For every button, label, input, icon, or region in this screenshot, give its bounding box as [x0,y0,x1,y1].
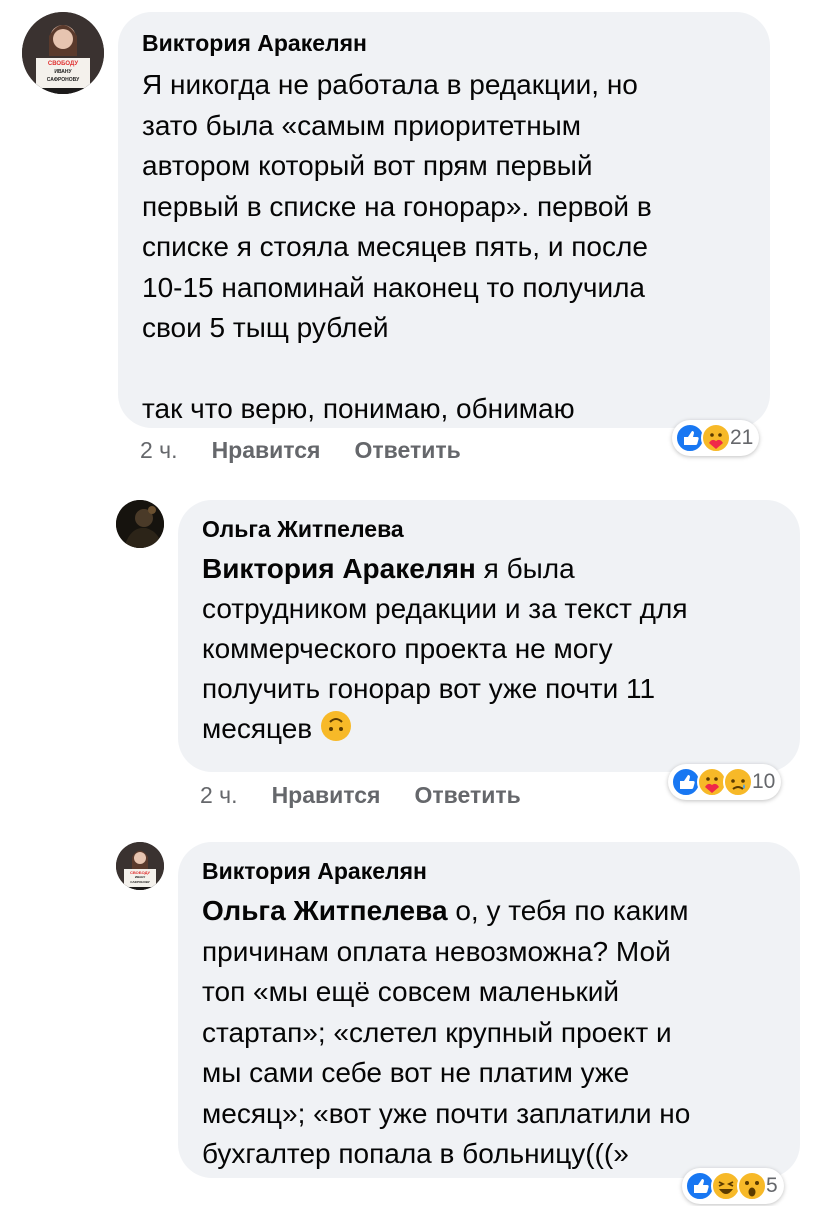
reaction-count: 21 [730,426,754,449]
sign-line-3: САФРОНОВУ [130,880,150,884]
reactions-summary[interactable]: 10 [668,764,782,800]
reply-button[interactable]: Ответить [354,437,460,463]
protest-sign: СВОБОДУ ИВАНУ САФРОНОВУ [124,869,156,887]
wow-icon [737,1171,767,1201]
comment-actions: 2 ч. Нравится Ответить [140,437,495,464]
sign-line-3: САФРОНОВУ [46,77,80,83]
reactions-summary[interactable]: 21 [672,420,760,456]
like-button[interactable]: Нравится [212,437,321,463]
protest-sign: СВОБОДУ ИВАНУ САФРОНОВУ [36,58,90,88]
avatar-viktoria[interactable]: СВОБОДУ ИВАНУ САФРОНОВУ [116,842,164,890]
avatar-viktoria[interactable]: СВОБОДУ ИВАНУ САФРОНОВУ [22,12,104,94]
sign-line-2: ИВАНУ [54,69,72,75]
comment-text: Виктория Аракелян я была сотрудником ред… [202,549,776,753]
upside-down-face-icon [320,710,352,753]
comment-time[interactable]: 2 ч. [200,782,238,808]
comment-author[interactable]: Ольга Житпелева [202,516,776,543]
comment-text: Я никогда не работала в редакции, но зат… [142,69,652,424]
mention-link[interactable]: Ольга Житпелева [202,895,448,926]
sign-line-1: СВОБОДУ [47,61,79,67]
comment-text: Ольга Житпелева о, у тебя по каким причи… [202,891,776,1175]
comment-actions: 2 ч. Нравится Ответить [200,782,555,809]
mention-link[interactable]: Виктория Аракелян [202,553,476,584]
comment-bubble: Виктория Аракелян Я никогда не работала … [118,12,770,428]
comment-body: о, у тебя по каким причинам оплата невоз… [202,895,691,1169]
like-button[interactable]: Нравится [272,782,381,808]
reply-button[interactable]: Ответить [414,782,520,808]
comment-author[interactable]: Виктория Аракелян [142,30,746,57]
reaction-count: 5 [766,1174,778,1197]
comment-time[interactable]: 2 ч. [140,437,178,463]
care-icon [701,423,731,453]
reaction-count: 10 [752,770,776,793]
comment-author[interactable]: Виктория Аракелян [202,858,776,885]
avatar-photo [116,500,164,548]
avatar-olga[interactable] [116,500,164,548]
comment-bubble: Ольга Житпелева Виктория Аракелян я была… [178,500,800,772]
comment-bubble: Виктория Аракелян Ольга Житпелева о, у т… [178,842,800,1178]
reactions-summary[interactable]: 5 [682,1168,784,1204]
sad-icon [723,767,753,797]
